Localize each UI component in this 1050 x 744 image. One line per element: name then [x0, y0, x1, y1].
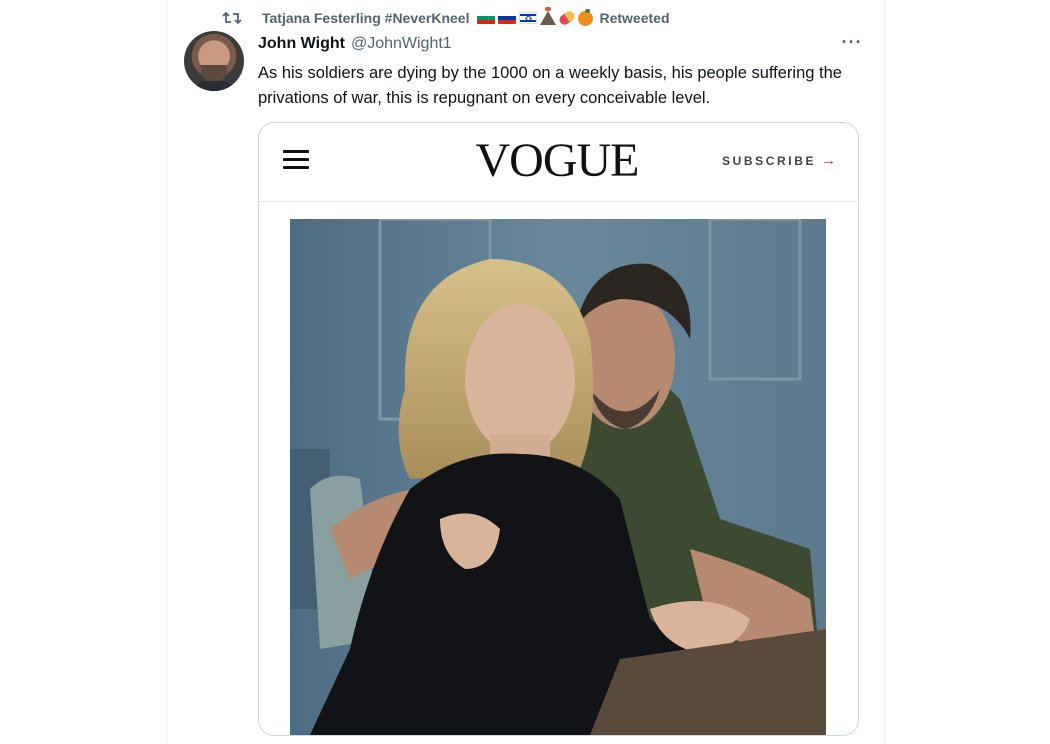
russia-flag-icon [498, 12, 517, 24]
subscribe-label: SUBSCRIBE [722, 153, 817, 168]
vogue-header: VOGUE SUBSCRIBE → [259, 123, 858, 202]
arrow-right-icon: → [821, 152, 837, 169]
retweet-icon [222, 9, 244, 27]
tweet-text: As his soldiers are dying by the 1000 on… [258, 64, 842, 107]
media-card[interactable]: VOGUE SUBSCRIBE → [258, 122, 859, 736]
vogue-logo: VOGUE [475, 134, 640, 187]
israel-flag-icon [519, 12, 538, 24]
bulgaria-flag-icon [477, 12, 496, 24]
retweeter-emoji-list [477, 7, 594, 27]
author-name[interactable]: John Wight [258, 35, 345, 53]
retweeted-label: Retweeted [599, 10, 670, 26]
author-avatar[interactable] [184, 31, 244, 91]
retweeter-name[interactable]: Tatjana Festerling #NeverKneel [262, 10, 469, 26]
orange-icon [578, 8, 594, 26]
avatar-shirt [188, 81, 240, 91]
cover-photo-illustration [290, 219, 826, 735]
subscribe-link[interactable]: SUBSCRIBE → [722, 152, 836, 169]
tweet-header: John Wight @JohnWight1 [258, 35, 452, 55]
volcano-icon [540, 7, 557, 25]
more-options-icon[interactable]: ··· [838, 33, 866, 54]
author-handle[interactable]: @JohnWight1 [351, 35, 452, 53]
timeline-left-border [166, 0, 167, 744]
hamburger-menu-icon[interactable] [283, 150, 309, 170]
retweet-context: Tatjana Festerling #NeverKneel Retweeted [222, 7, 670, 28]
cover-photo[interactable] [290, 219, 826, 735]
pill-icon [558, 9, 577, 27]
timeline-right-border [884, 0, 885, 744]
